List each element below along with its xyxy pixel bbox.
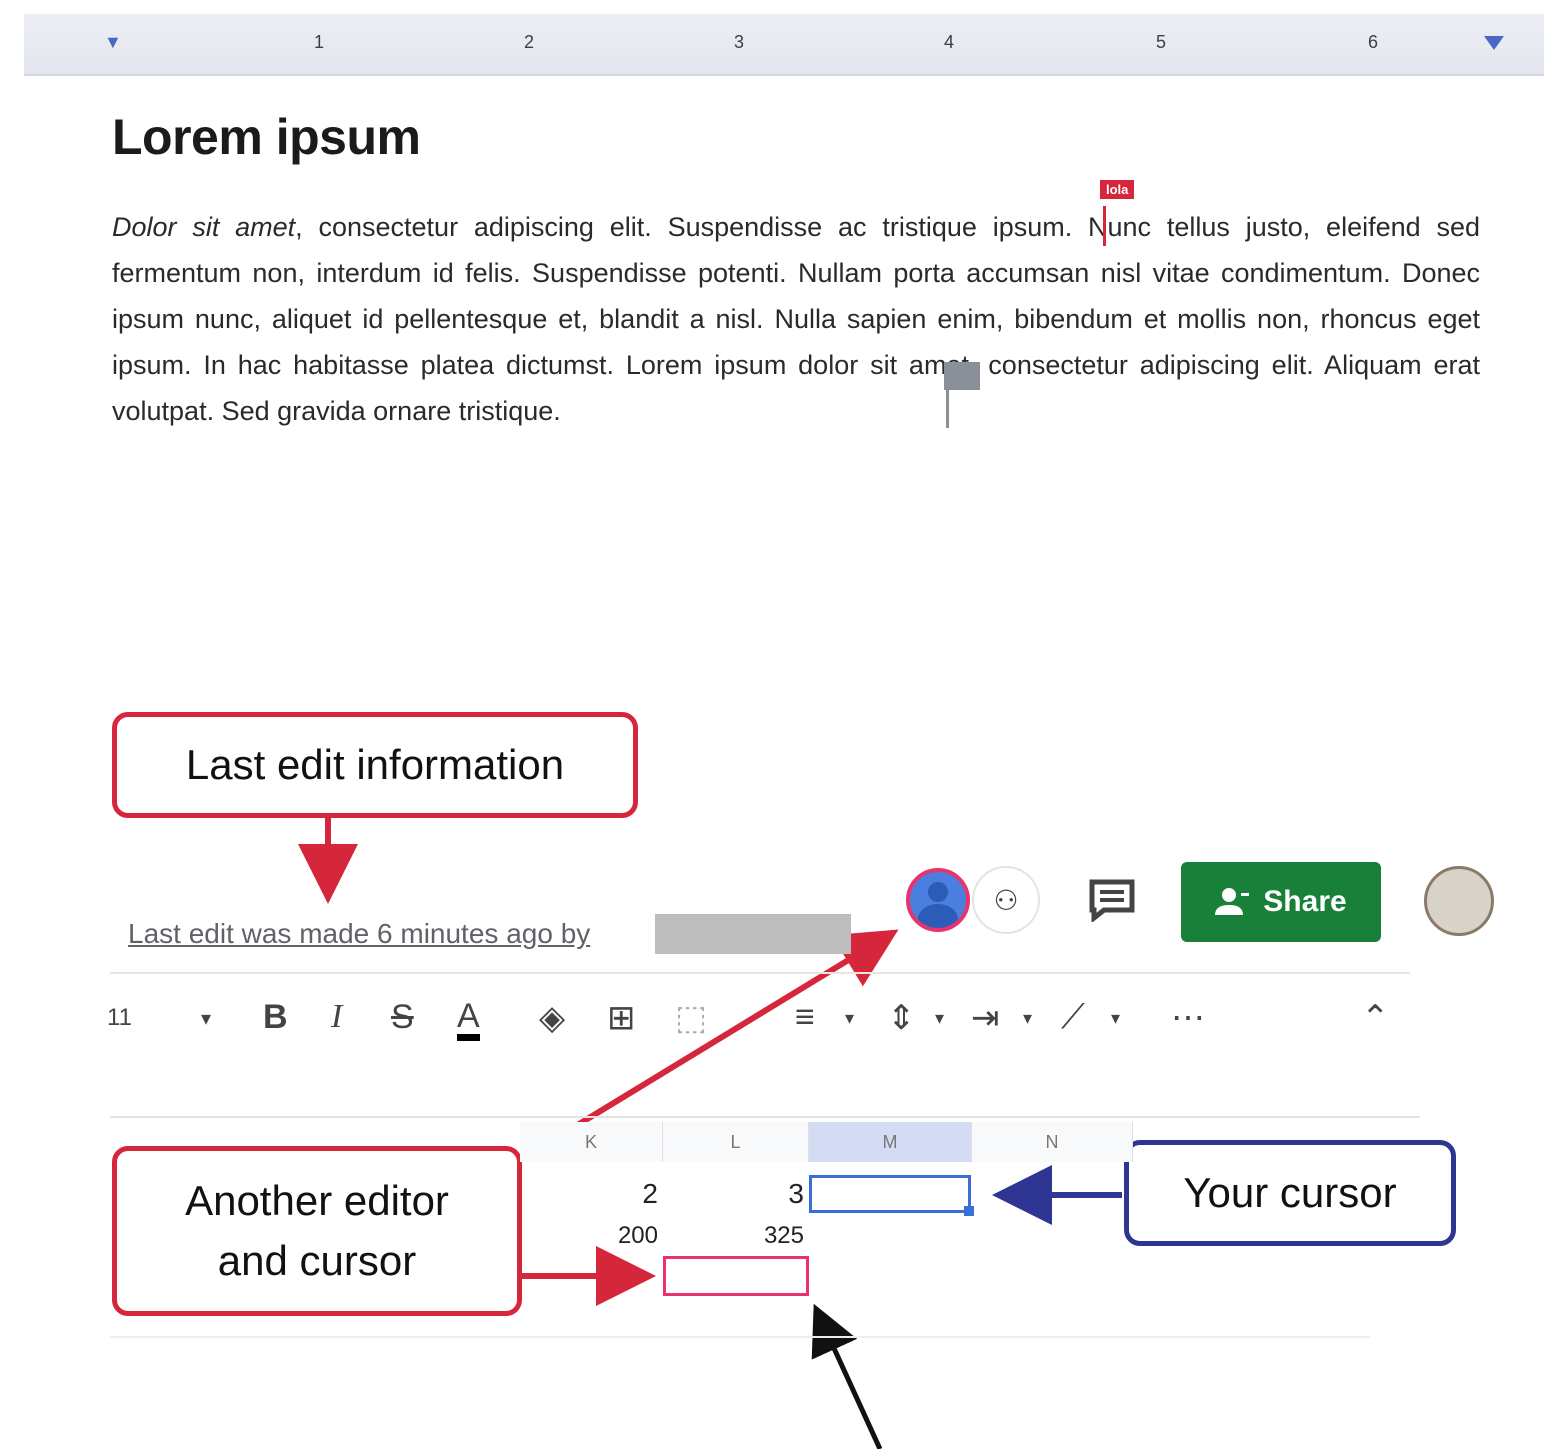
- toolbar-divider: [110, 1116, 1420, 1118]
- text-color-button[interactable]: A: [457, 998, 480, 1041]
- your-selected-cell[interactable]: [809, 1175, 974, 1216]
- fill-handle[interactable]: [964, 1206, 974, 1216]
- callout-another-editor: Another editor and cursor: [112, 1146, 522, 1316]
- horizontal-align-dropdown-icon[interactable]: ▾: [845, 1008, 854, 1029]
- text-wrap-icon[interactable]: ⇥: [971, 998, 1000, 1038]
- avatar-head-shape: [928, 882, 948, 902]
- fill-color-icon[interactable]: ◈: [539, 998, 565, 1038]
- cell-value[interactable]: 2: [600, 1178, 658, 1210]
- cell-value[interactable]: 200: [590, 1222, 658, 1250]
- cell-value[interactable]: 3: [744, 1178, 804, 1210]
- vertical-align-icon[interactable]: ⇕: [887, 998, 916, 1038]
- avatar-shoulders-shape: [918, 904, 958, 928]
- font-size-field[interactable]: 11: [107, 1004, 132, 1032]
- collapse-chevron-icon[interactable]: ⌃: [1361, 998, 1390, 1038]
- bold-button[interactable]: B: [263, 998, 288, 1037]
- redacted-username: [655, 914, 851, 954]
- horizontal-align-icon[interactable]: ≡: [795, 998, 815, 1037]
- column-header[interactable]: N: [972, 1122, 1133, 1162]
- text-rotation-icon[interactable]: ⟋: [1061, 998, 1085, 1037]
- grid-line: [110, 1336, 1370, 1338]
- text-wrap-dropdown-icon[interactable]: ▾: [1023, 1008, 1032, 1029]
- more-button[interactable]: ⋯: [1171, 998, 1205, 1038]
- formatting-toolbar: 11 ▾ B I S A ◈ ⊞ ⬚ ≡ ▾ ⇕ ▾ ⇥ ▾ ⟋ ▾ ⋯ ⌃: [105, 990, 1415, 1050]
- callout-last-edit-info: Last edit information: [112, 712, 638, 818]
- italic-button[interactable]: I: [331, 998, 342, 1036]
- anonymous-viewer-icon[interactable]: ⚇: [972, 866, 1040, 934]
- callout-text-line1: Another editor: [185, 1177, 449, 1224]
- share-button[interactable]: Share: [1181, 862, 1381, 942]
- callout-text-line2: and cursor: [217, 1237, 417, 1284]
- last-edit-link[interactable]: Last edit was made 6 minutes ago by: [128, 918, 590, 950]
- vertical-align-dropdown-icon[interactable]: ▾: [935, 1008, 944, 1029]
- merge-cells-icon[interactable]: ⬚: [675, 998, 707, 1038]
- collaborator-avatar[interactable]: [906, 868, 970, 932]
- person-add-icon: [1215, 888, 1250, 915]
- text-rotation-dropdown-icon[interactable]: ▾: [1111, 1008, 1120, 1029]
- font-size-dropdown-icon[interactable]: ▾: [201, 1006, 211, 1031]
- cell-value[interactable]: 325: [736, 1222, 804, 1250]
- share-label: Share: [1263, 885, 1347, 918]
- column-header[interactable]: L: [663, 1122, 809, 1162]
- header-divider: [110, 972, 1410, 974]
- strikethrough-button[interactable]: S: [391, 998, 414, 1037]
- callout-text: Last edit information: [185, 741, 565, 788]
- user-avatar[interactable]: [1424, 866, 1494, 936]
- column-header-selected[interactable]: M: [809, 1122, 972, 1162]
- comment-icon[interactable]: [1088, 878, 1136, 922]
- collaborator-selected-cell[interactable]: [663, 1256, 809, 1296]
- column-header[interactable]: K: [520, 1122, 663, 1162]
- callout-your-cursor: Your cursor: [1124, 1140, 1456, 1246]
- arrow-black: [811, 1303, 883, 1449]
- callout-text: Your cursor: [1183, 1169, 1397, 1216]
- borders-icon[interactable]: ⊞: [607, 998, 636, 1038]
